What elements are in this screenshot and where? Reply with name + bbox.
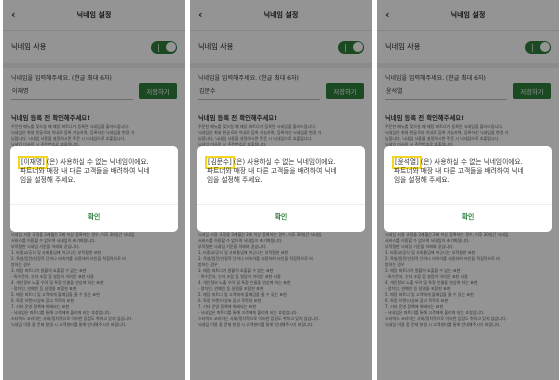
dialog-line3: 임을 설정해 주세요.	[207, 176, 263, 185]
dialog-line2: 파트너와 매장 내 다른 고객들을 배려하여 닉네	[207, 167, 337, 176]
dialog-message: [윤석열] (은) 사용하실 수 없는 닉네임이에요. 파트너와 매장 내 다른 …	[392, 155, 544, 186]
phone-screen-2: ‹ 닉네임 설정 닉네임 사용 | 닉네임을 입력해주세요. (한글 최대 6자…	[190, 0, 372, 380]
confirm-button[interactable]: 확인	[197, 208, 365, 224]
alert-dialog: [윤석열] (은) 사용하실 수 없는 닉네임이에요. 파트너와 매장 내 다른 …	[384, 146, 552, 232]
highlighted-nickname: [윤석열]	[392, 155, 422, 170]
screenshot-collage: ‹ 닉네임 설정 닉네임 사용 | 닉네임을 입력해주세요. (한글 최대 6자…	[0, 0, 560, 380]
confirm-button[interactable]: 확인	[384, 208, 552, 224]
phone-screen-3: ‹ 닉네임 설정 닉네임 사용 | 닉네임을 입력해주세요. (한글 최대 6자…	[377, 0, 559, 380]
dialog-line2: 파트너와 매장 내 다른 고객들을 배려하여 닉네	[20, 167, 150, 176]
highlighted-nickname: [김문수]	[205, 155, 235, 170]
dialog-message: [김문수] (은) 사용하실 수 없는 닉네임이에요. 파트너와 매장 내 다른 …	[205, 155, 357, 186]
dialog-line3: 임을 설정해 주세요.	[20, 176, 76, 185]
alert-dialog: [이재명] (은) 사용하실 수 없는 닉네임이에요. 파트너와 매장 내 다른 …	[10, 146, 178, 232]
dialog-line1: (은) 사용하실 수 없는 닉네임이에요.	[46, 158, 149, 166]
highlighted-nickname: [이재명]	[18, 155, 48, 170]
confirm-button[interactable]: 확인	[10, 208, 178, 224]
dialog-line1: (은) 사용하실 수 없는 닉네임이에요.	[233, 158, 336, 166]
dialog-message: [이재명] (은) 사용하실 수 없는 닉네임이에요. 파트너와 매장 내 다른 …	[18, 155, 170, 186]
dialog-divider	[10, 204, 178, 205]
dialog-line3: 임을 설정해 주세요.	[394, 176, 450, 185]
dialog-line1: (은) 사용하실 수 없는 닉네임이에요.	[420, 158, 523, 166]
dialog-divider	[384, 204, 552, 205]
dialog-divider	[197, 204, 365, 205]
dialog-line2: 파트너와 매장 내 다른 고객들을 배려하여 닉네	[394, 167, 524, 176]
phone-screen-1: ‹ 닉네임 설정 닉네임 사용 | 닉네임을 입력해주세요. (한글 최대 6자…	[3, 0, 185, 380]
alert-dialog: [김문수] (은) 사용하실 수 없는 닉네임이에요. 파트너와 매장 내 다른 …	[197, 146, 365, 232]
